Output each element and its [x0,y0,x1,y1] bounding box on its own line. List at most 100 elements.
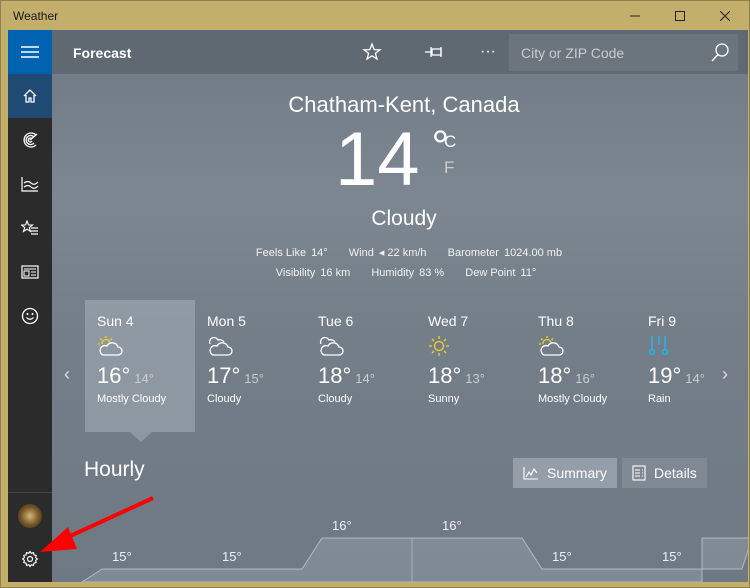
visibility-value: 16 km [320,267,351,279]
sunny-icon [428,335,526,357]
close-button[interactable] [702,1,748,30]
day-condition: Rain [648,393,671,405]
search-icon[interactable] [710,42,730,62]
forecast-content: Chatham-Kent, Canada 14 ° C F Cloudy Feel… [52,74,748,582]
unit-celsius[interactable]: C [444,132,456,152]
rain-icon [648,335,746,357]
main-panel: Forecast ··· City or ZIP Code Chatham-Ke… [52,30,748,582]
maximize-button[interactable] [657,1,703,30]
day-card[interactable]: Tue 6 18° 14° Cloudy [306,300,416,432]
high-temp: 18° [538,363,572,388]
radar-icon [23,132,38,148]
day-condition: Cloudy [318,393,353,405]
day-card[interactable]: Thu 8 18° 16° Mostly Cloudy [526,300,636,432]
weather-window: Weather Forecast ··· City or ZIP Code Ch… [0,0,750,588]
hamburger-icon [21,46,39,58]
sidebar-item-places[interactable] [8,206,52,250]
page-title: Forecast [73,45,132,61]
favorite-button[interactable] [354,38,390,66]
app-header: Forecast ··· [52,30,748,74]
low-temp: 14° [134,371,154,386]
day-condition: Mostly Cloudy [538,393,608,405]
day-name: Mon 5 [207,313,246,329]
details-toggle-button[interactable]: Details [622,458,707,488]
low-temp: 16° [575,371,595,386]
low-temp: 13° [465,371,485,386]
hourly-heading: Hourly [84,458,145,481]
search-box [509,34,738,71]
current-temperature: 14 ° [335,122,449,198]
minimize-icon [630,15,640,16]
maximize-icon [675,10,685,21]
sidebar-divider [8,492,52,493]
partly-cloudy-icon [97,335,195,357]
day-card[interactable]: Mon 5 17° 15° Cloudy [195,300,305,432]
hourly-temp-label: 15° [112,549,132,564]
details-list-icon [632,465,646,481]
visibility-label: Visibility [275,267,316,279]
hourly-temp-label: 16° [332,518,352,533]
home-icon [23,89,37,103]
day-condition: Sunny [428,393,460,405]
chart-icon [21,177,39,192]
more-options-button[interactable]: ··· [470,38,506,66]
details-label: Details [654,465,697,481]
feels-like-value: 14° [311,247,328,259]
high-temp: 19° [648,363,682,388]
humidity-label: Humidity [371,267,415,279]
day-name: Wed 7 [428,313,469,329]
sidebar-item-maps[interactable] [8,118,52,162]
news-icon [21,265,39,279]
feels-like-label: Feels Like [255,247,307,259]
summary-label: Summary [547,465,607,481]
window-title: Weather [13,9,59,23]
app-area: Forecast ··· City or ZIP Code Chatham-Ke… [8,30,748,582]
pin-button[interactable] [416,38,452,66]
hourly-temp-label: 15° [662,549,682,564]
cloudy-icon [207,335,305,357]
partly-cloudy-icon [538,335,636,357]
close-icon [720,10,730,21]
barometer-value: 1024.00 mb [503,247,563,259]
sidebar-item-news[interactable] [8,250,52,294]
hourly-temperature-chart: 15° 15° 16° 16° 15° 15° [81,518,748,582]
humidity-value: 83 % [419,267,445,279]
day-card[interactable]: Sun 4 16° 14° Mostly Cloudy [85,300,195,442]
sidebar [8,30,52,582]
title-bar: Weather [1,1,749,30]
dew-point-label: Dew Point [465,267,516,279]
day-name: Tue 6 [318,313,354,329]
sidebar-item-feedback[interactable] [8,294,52,338]
cloudy-icon [318,335,416,357]
dew-point-value: 11° [520,267,537,279]
prev-days-button[interactable]: ‹ [64,364,70,385]
search-input[interactable] [509,34,699,71]
line-chart-icon [523,467,538,480]
daily-forecast: ‹ › Sun 4 16° 14° Mostly Cloudy Mon 5 17… [52,300,748,450]
account-avatar[interactable] [18,504,42,528]
stats-row-1: Feels Like 14° Wind ◂ 22 km/h Barometer 102… [52,246,748,259]
day-condition: Cloudy [207,393,242,405]
sidebar-item-home[interactable] [8,74,52,118]
low-temp: 14° [685,371,705,386]
current-condition: Cloudy [371,207,437,230]
hourly-area [81,537,748,582]
summary-toggle-button[interactable]: Summary [513,458,617,488]
wind-label: Wind [348,247,374,259]
pin-icon [425,47,442,57]
sidebar-item-historical-weather[interactable] [8,162,52,206]
smiley-icon [21,307,39,325]
wind-value: ◂ 22 km/h [378,247,427,259]
minimize-button[interactable] [612,1,658,30]
high-temp: 18° [318,363,352,388]
day-card[interactable]: Wed 7 18° 13° Sunny [416,300,526,432]
favorites-list-icon [21,220,38,235]
day-name: Sun 4 [97,313,134,329]
stats-row-2: Visibility 16 km Humidity 83 % Dew Point 11… [52,267,748,279]
day-name: Fri 9 [648,313,676,329]
unit-fahrenheit[interactable]: F [444,158,454,178]
day-card[interactable]: Fri 9 19° 14° Rain [636,300,746,432]
hamburger-menu-button[interactable] [8,30,52,74]
gear-icon [21,550,39,568]
settings-button[interactable] [8,537,52,581]
